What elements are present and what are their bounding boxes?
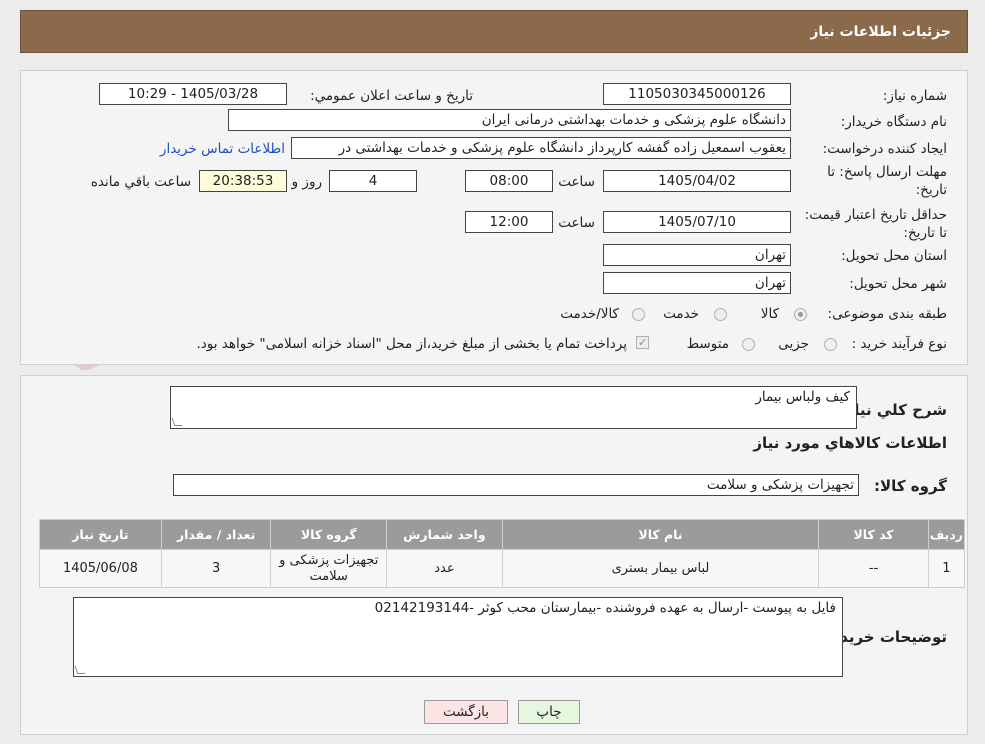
process-medium-label: متوسط bbox=[686, 336, 729, 352]
cell-group: تجهیزات پزشکی و سلامت bbox=[270, 549, 388, 588]
print-button[interactable]: چاپ bbox=[518, 700, 580, 724]
cell-row: 1 bbox=[927, 549, 966, 588]
resize-grip-icon[interactable] bbox=[171, 418, 183, 426]
category-service-label: خدمت bbox=[663, 306, 699, 322]
cell-unit: عدد bbox=[386, 549, 503, 588]
category-service-radio[interactable] bbox=[714, 307, 727, 322]
remaining-time-field: 20:38:53 bbox=[199, 170, 287, 192]
reply-time-field[interactable]: 08:00 bbox=[465, 170, 553, 192]
reply-time-label: ساعت bbox=[558, 174, 595, 190]
goods-table-header: ردیف کد کالا نام کالا واحد شمارش گروه کا… bbox=[39, 519, 966, 550]
radio-icon bbox=[632, 308, 645, 321]
buyer-notes-field[interactable]: فایل به پیوست -ارسال به عهده فروشنده -بی… bbox=[73, 597, 843, 677]
reply-date-field[interactable]: 1405/04/02 bbox=[603, 170, 791, 192]
validity-date-field[interactable]: 1405/07/10 bbox=[603, 211, 791, 233]
buyer-org-field[interactable]: دانشگاه علوم پزشکی و خدمات بهداشتی درمان… bbox=[228, 109, 791, 131]
days-field[interactable]: 4 bbox=[329, 170, 417, 192]
col-unit: واحد شمارش bbox=[386, 519, 503, 550]
payment-note: پرداخت تمام یا بخشی از مبلغ خرید،از محل … bbox=[196, 336, 627, 352]
radio-icon bbox=[824, 338, 837, 351]
buyer-notes-text: فایل به پیوست -ارسال به عهده فروشنده -بی… bbox=[374, 600, 836, 616]
price-validity-label: حداقل تاریخ اعتبار قیمت: تا تاریخ: bbox=[804, 207, 947, 241]
process-minor-label: جزیی bbox=[778, 336, 809, 352]
need-info-panel: شماره نیاز: 1105030345000126 تاریخ و ساع… bbox=[20, 70, 968, 365]
category-goods-label: کالا bbox=[760, 306, 779, 322]
cell-name: لباس بیمار بستری bbox=[501, 549, 820, 588]
treasury-checkbox[interactable]: ✓ bbox=[636, 336, 649, 349]
city-label: شهر محل تحویل: bbox=[849, 276, 947, 292]
category-goods-service-radio[interactable] bbox=[632, 307, 645, 322]
back-button[interactable]: بازگشت bbox=[424, 700, 508, 724]
process-label: نوع فرآیند خرید : bbox=[851, 336, 947, 352]
validity-time-field[interactable]: 12:00 bbox=[465, 211, 553, 233]
goods-info-title: اطلاعات کالاهاي مورد نیاز bbox=[753, 434, 947, 452]
col-row: ردیف bbox=[927, 519, 966, 550]
radio-icon bbox=[714, 308, 727, 321]
city-field[interactable]: تهران bbox=[603, 272, 791, 294]
buyer-org-label: نام دستگاه خریدار: bbox=[840, 114, 947, 130]
col-name: نام کالا bbox=[501, 519, 820, 550]
category-goods-service-label: کالا/خدمت bbox=[560, 306, 619, 322]
validity-time-label: ساعت bbox=[558, 215, 595, 231]
creator-field[interactable]: یعقوب اسمعیل زاده گفشه کارپرداز دانشگاه … bbox=[291, 137, 791, 159]
goods-group-field[interactable]: تجهیزات پزشکی و سلامت bbox=[173, 474, 859, 496]
creator-label: ایجاد کننده درخواست: bbox=[822, 141, 947, 157]
page-header: جزئیات اطلاعات نیاز bbox=[20, 10, 968, 53]
col-group: گروه کالا bbox=[270, 519, 388, 550]
cell-code: -- bbox=[818, 549, 929, 588]
page-title: جزئیات اطلاعات نیاز bbox=[810, 24, 951, 40]
summary-text: کیف ولباس بیمار bbox=[755, 389, 850, 405]
details-panel: شرح کلي نیاز: کیف ولباس بیمار اطلاعات کا… bbox=[20, 375, 968, 735]
col-qty: تعداد / مقدار bbox=[160, 519, 272, 550]
process-medium-radio[interactable] bbox=[742, 337, 755, 352]
announce-datetime-field[interactable]: 1405/03/28 - 10:29 bbox=[99, 83, 287, 105]
category-label: طبقه بندی موضوعی: bbox=[827, 306, 947, 322]
cell-qty: 3 bbox=[160, 549, 272, 588]
cell-date: 1405/06/08 bbox=[39, 549, 162, 588]
reply-deadline-label: مهلت ارسال پاسخ: تا تاریخ: bbox=[827, 164, 947, 198]
buyer-contact-link[interactable]: اطلاعات تماس خریدار bbox=[160, 141, 285, 157]
radio-selected-icon bbox=[794, 308, 807, 321]
province-label: استان محل تحویل: bbox=[841, 248, 947, 264]
province-field[interactable]: تهران bbox=[603, 244, 791, 266]
summary-field[interactable]: کیف ولباس بیمار bbox=[170, 386, 857, 429]
col-code: کد کالا bbox=[818, 519, 929, 550]
need-number-label: شماره نیاز: bbox=[882, 88, 947, 104]
col-date: تاریخ نیاز bbox=[39, 519, 162, 550]
remaining-label: ساعت باقي مانده bbox=[90, 174, 191, 190]
goods-group-label: گروه کالا: bbox=[874, 477, 947, 495]
resize-grip-icon[interactable] bbox=[74, 666, 86, 674]
radio-icon bbox=[742, 338, 755, 351]
process-minor-radio[interactable] bbox=[824, 337, 837, 352]
need-number-field[interactable]: 1105030345000126 bbox=[603, 83, 791, 105]
category-goods-radio[interactable] bbox=[794, 307, 807, 322]
goods-table: ردیف کد کالا نام کالا واحد شمارش گروه کا… bbox=[39, 519, 966, 588]
days-label: روز و bbox=[291, 174, 322, 190]
announce-label: تاریخ و ساعت اعلان عمومي: bbox=[310, 88, 473, 104]
table-row[interactable]: 1 -- لباس بیمار بستری عدد تجهیزات پزشکی … bbox=[39, 549, 966, 588]
